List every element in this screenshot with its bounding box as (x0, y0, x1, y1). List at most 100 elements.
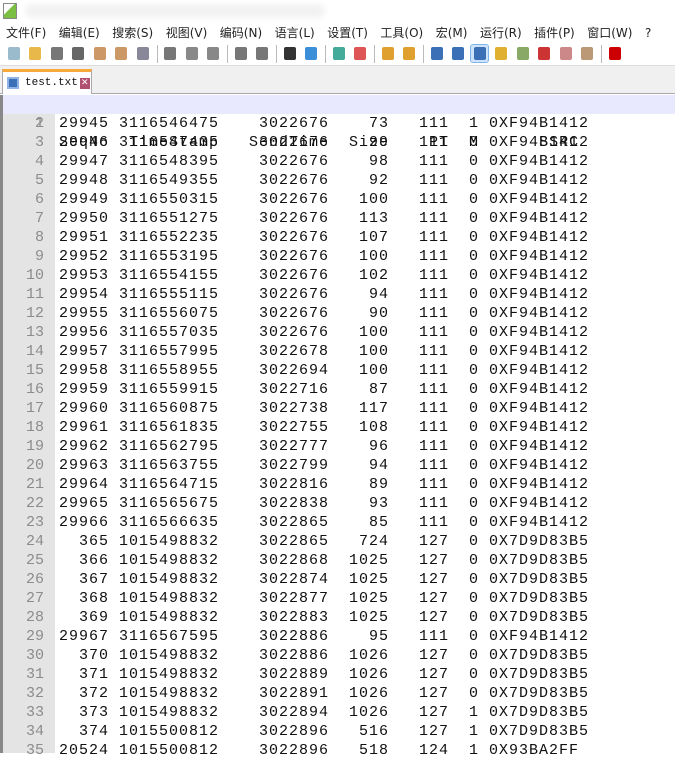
user-language-icon[interactable] (493, 45, 510, 62)
show-all-chars-icon[interactable] (450, 45, 467, 62)
editor-line[interactable]: 13 29956 3116557035 3022676 100 111 0 0XF94B141… (3, 323, 675, 342)
app-icon (3, 3, 17, 19)
text-area[interactable]: 1 SeqNo TimeStamp SendTime Size PT M SSR… (3, 95, 675, 760)
close-icon[interactable] (91, 45, 108, 62)
cut-icon[interactable] (162, 45, 179, 62)
cell-size: 1025 (348, 571, 389, 588)
cell-m: 0 (468, 324, 479, 341)
cell-timestamp: 3116562795 (119, 438, 220, 455)
editor-line[interactable]: 19 29962 3116562795 3022777 96 111 0 0XF94B1412 (3, 437, 675, 456)
menu-item[interactable]: 语言(L) (275, 24, 315, 42)
undo-icon[interactable] (232, 45, 249, 62)
editor-line[interactable]: 9 29952 3116553195 3022676 100 111 0 0XF94B1412 (3, 247, 675, 266)
editor-line[interactable]: 22 29965 3116565675 3022838 93 111 0 0XF94B1412 (3, 494, 675, 513)
editor-line[interactable]: 20 29963 3116563755 3022799 94 111 0 0XF94B1412 (3, 456, 675, 475)
doc-map-icon[interactable] (514, 45, 531, 62)
editor-line[interactable]: 17 29960 3116560875 3022738 117 111 0 0XF94B141… (3, 399, 675, 418)
line-number: 19 (25, 438, 44, 455)
save-icon[interactable] (48, 45, 65, 62)
cell-seqno: 374 (78, 723, 109, 740)
line-text: 366 1015498832 3022868 1025 127 0 0X7D9D83B5 (59, 551, 589, 570)
menu-item[interactable]: 工具(O) (380, 24, 423, 42)
menu-item[interactable]: 视图(V) (166, 24, 208, 42)
editor-line[interactable]: 29 29967 3116567595 3022886 95 111 0 0XF94B1412 (3, 627, 675, 646)
editor-line[interactable]: 32 372 1015498832 3022891 1026 127 0 0X7D9D83B5 (3, 684, 675, 703)
print-icon[interactable] (134, 45, 151, 62)
editor-line[interactable]: 28 369 1015498832 3022883 1025 127 0 0X7D9D83B5 (3, 608, 675, 627)
word-wrap-icon[interactable] (428, 45, 445, 62)
line-text: 370 1015498832 3022886 1026 127 0 0X7D9D83B5 (59, 646, 589, 665)
editor-line[interactable]: 30 370 1015498832 3022886 1026 127 0 0X7D9D83B5 (3, 646, 675, 665)
cell-seqno: 29965 (59, 495, 110, 512)
function-list-icon[interactable] (536, 45, 553, 62)
cell-m: 0 (468, 552, 479, 569)
editor-line[interactable]: 3 29946 3116547435 3022676 99 111 0 0XF94B1412 (3, 133, 675, 152)
new-file-icon[interactable] (5, 45, 22, 62)
sync-vertical-icon[interactable] (379, 45, 396, 62)
line-text: 29953 3116554155 3022676 102 111 0 0XF94B1412 (59, 266, 589, 285)
cell-m: 0 (468, 514, 479, 531)
editor-line[interactable]: 31 371 1015498832 3022889 1026 127 0 0X7D9D83B5 (3, 665, 675, 684)
menu-item[interactable]: 运行(R) (480, 24, 522, 42)
find-icon[interactable] (281, 45, 298, 62)
cut-glyph (164, 47, 176, 60)
editor-line[interactable]: 25 366 1015498832 3022868 1025 127 0 0X7D9D83B5 (3, 551, 675, 570)
editor-line[interactable]: 18 29961 3116561835 3022755 108 111 0 0XF94B141… (3, 418, 675, 437)
menu-item[interactable]: 窗口(W) (587, 24, 632, 42)
replace-icon[interactable] (303, 45, 320, 62)
editor-line[interactable]: 7 29950 3116551275 3022676 113 111 0 0XF94B1412 (3, 209, 675, 228)
editor-line[interactable]: 14 29957 3116557995 3022678 100 111 0 0XF94B141… (3, 342, 675, 361)
record-macro-icon[interactable] (606, 45, 623, 62)
redo-icon[interactable] (254, 45, 271, 62)
editor-line[interactable]: 35 20524 1015500812 3022896 518 124 1 0X93BA2FF (3, 741, 675, 760)
open-file-icon[interactable] (27, 45, 44, 62)
editor-line[interactable]: 1 SeqNo TimeStamp SendTime Size PT M SSR… (3, 95, 675, 151)
line-text: 373 1015498832 3022894 1026 127 1 0X7D9D83B5 (59, 703, 589, 722)
close-all-icon[interactable] (113, 45, 130, 62)
editor-line[interactable]: 26 367 1015498832 3022874 1025 127 0 0X7D9D83B5 (3, 570, 675, 589)
editor-line[interactable]: 8 29951 3116552235 3022676 107 111 0 0XF94B1412 (3, 228, 675, 247)
paste-icon[interactable] (205, 45, 222, 62)
editor-line[interactable]: 34 374 1015500812 3022896 516 127 1 0X7D9D83B5 (3, 722, 675, 741)
zoom-out-icon[interactable] (352, 45, 369, 62)
menu-item[interactable]: 文件(F) (6, 24, 46, 42)
menu-item[interactable]: 设置(T) (327, 24, 368, 42)
editor-line[interactable]: 12 29955 3116556075 3022676 90 111 0 0XF94B1412 (3, 304, 675, 323)
editor-line[interactable]: 23 29966 3116566635 3022865 85 111 0 0XF94B1412 (3, 513, 675, 532)
zoom-in-icon[interactable] (330, 45, 347, 62)
editor-line[interactable]: 27 368 1015498832 3022877 1025 127 0 0X7D9D83B5 (3, 589, 675, 608)
save-all-icon[interactable] (70, 45, 87, 62)
menu-item[interactable]: 搜索(S) (112, 24, 153, 42)
editor-line[interactable]: 6 29949 3116550315 3022676 100 111 0 0XF94B1412 (3, 190, 675, 209)
editor-line[interactable]: 24 365 1015498832 3022865 724 127 0 0X7D9D83B5 (3, 532, 675, 551)
tab-test-txt[interactable]: test.txt ✕ (2, 69, 92, 94)
editor-line[interactable]: 15 29958 3116558955 3022694 100 111 0 0XF94B141… (3, 361, 675, 380)
cell-seqno: 29956 (59, 324, 110, 341)
menu-item[interactable]: 编辑(E) (59, 24, 100, 42)
cell-sendtime: 3022799 (258, 457, 329, 474)
editor-line[interactable]: 33 373 1015498832 3022894 1026 127 1 0X7D9D83B5 (3, 703, 675, 722)
close-icon[interactable]: ✕ (79, 77, 90, 89)
sync-horizontal-icon[interactable] (401, 45, 418, 62)
editor-line[interactable]: 10 29953 3116554155 3022676 102 111 0 0XF94B141… (3, 266, 675, 285)
cell-sendtime: 3022816 (258, 476, 329, 493)
menu-item[interactable]: 宏(M) (436, 24, 468, 42)
editor-line[interactable]: 4 29947 3116548395 3022676 98 111 0 0XF94B1412 (3, 152, 675, 171)
folder-workspace-glyph (559, 47, 572, 60)
editor-line[interactable]: 21 29964 3116564715 3022816 89 111 0 0XF94B1412 (3, 475, 675, 494)
monitor-icon[interactable] (579, 45, 596, 62)
folder-workspace-icon[interactable] (557, 45, 574, 62)
editor-line[interactable]: 5 29948 3116549355 3022676 92 111 0 0XF94B1412 (3, 171, 675, 190)
menu-item[interactable]: 编码(N) (220, 24, 262, 42)
editor[interactable]: 1 SeqNo TimeStamp SendTime Size PT M SSR… (0, 95, 675, 759)
editor-line[interactable]: 2 29945 3116546475 3022676 73 111 1 0XF94B1412 (3, 114, 675, 133)
cell-seqno: 29961 (59, 419, 110, 436)
editor-line[interactable]: 11 29954 3116555115 3022676 94 111 0 0XF94B1412 (3, 285, 675, 304)
indent-guide-icon[interactable] (470, 44, 489, 63)
menu-item[interactable]: 插件(P) (534, 24, 575, 42)
cell-pt: 127 (418, 571, 449, 588)
copy-icon[interactable] (183, 45, 200, 62)
cell-timestamp: 3116566635 (119, 514, 220, 531)
menu-item[interactable]: ? (645, 24, 651, 42)
editor-line[interactable]: 16 29959 3116559915 3022716 87 111 0 0XF94B1412 (3, 380, 675, 399)
